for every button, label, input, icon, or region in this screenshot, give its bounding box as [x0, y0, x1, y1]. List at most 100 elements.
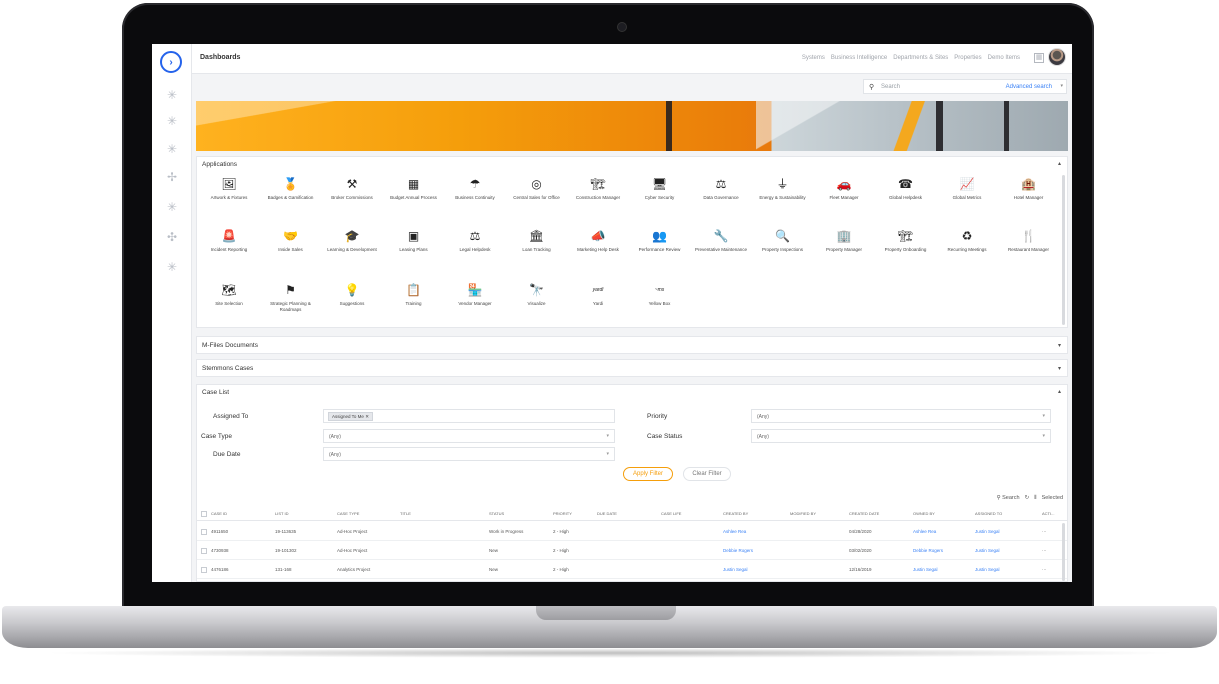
- table-cell[interactable]: Ashlee Rea: [723, 529, 746, 534]
- app-tile[interactable]: 🔧 Preventative Maintenance: [691, 229, 751, 253]
- apply-filter-button[interactable]: Apply Filter: [623, 467, 673, 481]
- app-tile[interactable]: 🔭 Visualize: [507, 283, 567, 307]
- case-type-select[interactable]: (Any) ▾: [323, 429, 615, 443]
- app-tile[interactable]: 🏨 Hotel Manager: [999, 177, 1059, 201]
- column-header[interactable]: ASSIGNED TO: [975, 511, 1002, 516]
- columns-icon[interactable]: ⦀: [1034, 495, 1036, 502]
- table-cell[interactable]: Ashlee Rea: [913, 529, 936, 534]
- app-tile[interactable]: ⏚ Energy & Sustainability: [753, 177, 813, 201]
- chevron-down-icon[interactable]: ▾: [1058, 342, 1061, 349]
- app-tile[interactable]: ◎ Central Sales for Office: [507, 177, 567, 201]
- app-tile[interactable]: 📈 Global Metrics: [937, 177, 997, 201]
- app-tile[interactable]: 👥 Performance Review: [630, 229, 690, 253]
- sparkle-icon[interactable]: ✳: [165, 260, 179, 274]
- column-header[interactable]: ACTI...: [1042, 511, 1054, 516]
- case-status-select[interactable]: (Any) ▾: [751, 429, 1051, 443]
- app-tile[interactable]: 🔍 Property Inspections: [753, 229, 813, 253]
- nav-business-intelligence[interactable]: Business Intelligence: [831, 55, 887, 61]
- table-row[interactable]: 4730938 19-101302 Ad-Hoc Project New 2 - Hig…: [197, 542, 1067, 560]
- table-cell[interactable]: Justin Segal: [723, 567, 748, 572]
- column-header[interactable]: MODIFIED BY: [790, 511, 816, 516]
- close-icon[interactable]: ✕: [365, 414, 369, 419]
- apps-grid-icon[interactable]: ▦: [1034, 53, 1044, 63]
- sparkle-icon[interactable]: ✳: [165, 200, 179, 214]
- caselist-header[interactable]: Case List ▴: [197, 385, 1067, 401]
- nav-properties[interactable]: Properties: [954, 55, 981, 61]
- avatar[interactable]: [1048, 48, 1066, 66]
- table-row[interactable]: 4911650 19-113635 Ad-Hoc Project Work in Pr…: [197, 523, 1067, 541]
- column-header[interactable]: PRIORITY: [553, 511, 572, 516]
- app-tile[interactable]: 💡 Suggestions: [322, 283, 382, 307]
- sparkle-icon[interactable]: ✳: [165, 88, 179, 102]
- column-header[interactable]: CASE LIFE: [661, 511, 681, 516]
- table-cell[interactable]: Debbie Rogers: [913, 548, 943, 553]
- search-input[interactable]: Search: [881, 84, 900, 90]
- sparkle-icon[interactable]: ✳: [165, 114, 179, 128]
- column-header[interactable]: LIST ID: [275, 511, 289, 516]
- chevron-up-icon[interactable]: ▴: [1058, 160, 1061, 167]
- column-header[interactable]: TITLE: [400, 511, 411, 516]
- app-tile[interactable]: 🚨 Incident Reporting: [199, 229, 259, 253]
- app-tile[interactable]: ⚖ Legal Helpdesk: [445, 229, 505, 253]
- nav-demo-items[interactable]: Demo Items: [988, 55, 1020, 61]
- app-tile[interactable]: 🍴 Restaurant Manager: [999, 229, 1059, 253]
- app-tile[interactable]: 📣 Marketing Help Desk: [568, 229, 628, 253]
- app-tile[interactable]: ☎ Global Helpdesk: [876, 177, 936, 201]
- app-tile[interactable]: ☂ Business Continuity: [445, 177, 505, 201]
- column-header[interactable]: CASE ID: [211, 511, 227, 516]
- app-tile[interactable]: 📋 Training: [384, 283, 444, 307]
- app-tile[interactable]: ▣ Leasing Plans: [384, 229, 444, 253]
- app-tile[interactable]: 🏢 Property Manager: [814, 229, 874, 253]
- app-tile[interactable]: 🏪 Vendor Manager: [445, 283, 505, 307]
- table-search-button[interactable]: ⚲ Search: [997, 495, 1020, 502]
- app-tile[interactable]: 🏗 Property Onboarding: [876, 229, 936, 253]
- search-box[interactable]: ⚲ Search Advanced search ▾: [863, 79, 1067, 94]
- app-tile[interactable]: ⚖ Data Governance: [691, 177, 751, 201]
- chevron-down-icon[interactable]: ▾: [1058, 365, 1061, 372]
- column-header[interactable]: CREATED DATE: [849, 511, 879, 516]
- app-tile[interactable]: 🏛 Loan Tracking: [507, 229, 567, 253]
- app-tile[interactable]: 🚗 Fleet Manager: [814, 177, 874, 201]
- sparkle-icon[interactable]: ✢: [165, 170, 179, 184]
- table-cell[interactable]: ···: [1042, 529, 1047, 534]
- table-row[interactable]: 4476186 131-168 Analytics Project New 2 - Hi…: [197, 561, 1067, 579]
- row-checkbox[interactable]: [201, 567, 207, 573]
- table-cell[interactable]: Justin Segal: [913, 567, 938, 572]
- app-tile[interactable]: ♻ Recurring Meetings: [937, 229, 997, 253]
- chevron-up-icon[interactable]: ▴: [1058, 388, 1061, 395]
- table-cell[interactable]: Debbie Rogers: [723, 548, 753, 553]
- assigned-to-tag[interactable]: Assigned To Me ✕: [328, 412, 373, 421]
- sparkle-icon[interactable]: ✣: [165, 230, 179, 244]
- column-header[interactable]: CASE TYPE: [337, 511, 359, 516]
- table-cell[interactable]: Justin Segal: [975, 529, 1000, 534]
- row-checkbox[interactable]: [201, 548, 207, 554]
- applications-header[interactable]: Applications ▴: [197, 157, 1067, 173]
- app-tile[interactable]: ⚑ Strategic Planning & Roadmaps: [261, 283, 321, 313]
- clear-filter-button[interactable]: Clear Filter: [683, 467, 731, 481]
- app-tile[interactable]: 🖥 Cyber Security: [630, 177, 690, 201]
- mfiles-panel[interactable]: M-Files Documents ▾: [196, 336, 1068, 354]
- table-cell[interactable]: ···: [1042, 548, 1047, 553]
- advanced-search-link[interactable]: Advanced search: [1006, 84, 1052, 90]
- app-tile[interactable]: yardi Yardi: [568, 283, 628, 307]
- table-cell[interactable]: Justin Segal: [975, 548, 1000, 553]
- sparkle-icon[interactable]: ✳: [165, 142, 179, 156]
- column-header[interactable]: STATUS: [489, 511, 504, 516]
- app-tile[interactable]: ~ms Yellow Box: [630, 283, 690, 307]
- app-tile[interactable]: 🏅 Badges & Gamification: [261, 177, 321, 201]
- nav-systems[interactable]: Systems: [802, 55, 825, 61]
- priority-select[interactable]: (Any) ▾: [751, 409, 1051, 423]
- table-cell[interactable]: Justin Segal: [975, 567, 1000, 572]
- table-scrollbar[interactable]: [1062, 523, 1065, 581]
- app-tile[interactable]: ▦ Budget Annual Process: [384, 177, 444, 201]
- table-cell[interactable]: ···: [1042, 567, 1047, 572]
- logo-icon[interactable]: ›: [160, 51, 182, 73]
- stemmons-panel[interactable]: Stemmons Cases ▾: [196, 359, 1068, 377]
- app-tile[interactable]: 🎓 Learning & Development: [322, 229, 382, 253]
- selected-button[interactable]: Selected: [1042, 495, 1063, 502]
- due-date-select[interactable]: (Any) ▾: [323, 447, 615, 461]
- column-header[interactable]: DUE DATE: [597, 511, 617, 516]
- row-checkbox[interactable]: [201, 529, 207, 535]
- app-tile[interactable]: 🗺 Site Selection: [199, 283, 259, 307]
- select-all-checkbox[interactable]: [201, 511, 207, 517]
